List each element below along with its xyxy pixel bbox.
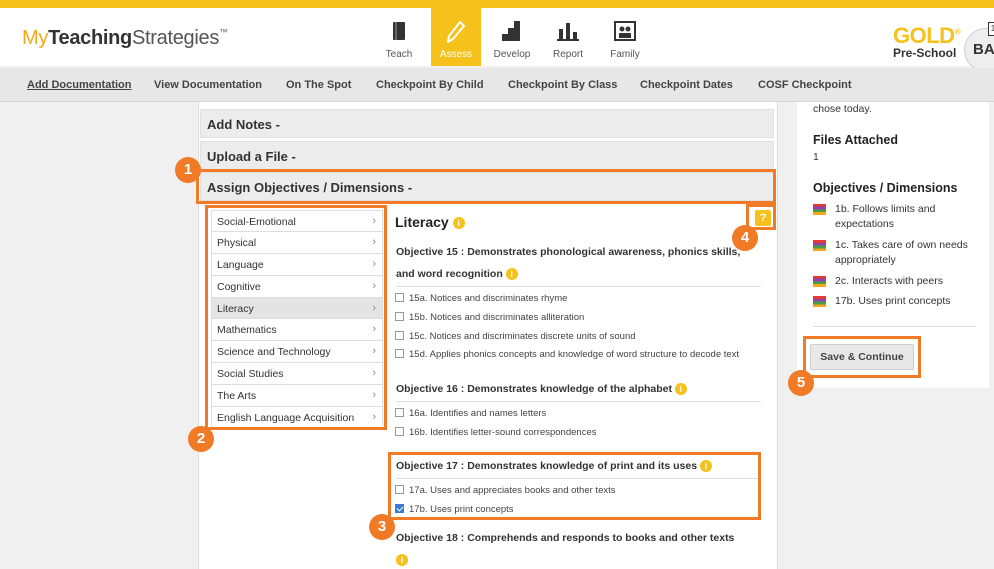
- objective-item-15b[interactable]: 15b. Notices and discriminates alliterat…: [395, 311, 584, 323]
- subnav-checkpoint-dates[interactable]: Checkpoint Dates: [640, 79, 733, 91]
- subnav-view-documentation[interactable]: View Documentation: [154, 79, 262, 91]
- pencil-icon: [447, 21, 465, 43]
- objective-item-15c[interactable]: 15c. Notices and discriminates discrete …: [395, 330, 636, 342]
- brand-stripe: [0, 0, 994, 8]
- nav-tab-teach[interactable]: Teach: [374, 8, 424, 66]
- checkbox[interactable]: [395, 348, 404, 358]
- selected-objective: 17b. Uses print concepts: [813, 294, 973, 309]
- subnav-on-the-spot[interactable]: On The Spot: [286, 79, 351, 91]
- objective-15-title: Objective 15 : Demonstrates phonological…: [396, 246, 741, 281]
- objective-18-title: Objective 18 : Comprehends and responds …: [396, 532, 735, 567]
- highlight-save-button: [803, 336, 921, 378]
- divider: [396, 401, 761, 402]
- domain-color-icon: [813, 276, 826, 287]
- subnav-add-documentation[interactable]: Add Documentation: [27, 79, 132, 91]
- bar-chart-icon: [557, 23, 579, 41]
- top-bar: MyTeachingStrategies™ Teach Assess Devel…: [0, 8, 994, 72]
- selected-objective: 1b. Follows limits and expectations: [813, 202, 973, 232]
- highlight-objective-17: [388, 452, 761, 520]
- info-icon[interactable]: i: [452, 217, 465, 230]
- subnav-checkpoint-by-class[interactable]: Checkpoint By Class: [508, 79, 617, 91]
- files-count: 1: [813, 151, 819, 163]
- note-preview: chose today.: [813, 103, 872, 115]
- checkbox[interactable]: [395, 407, 404, 417]
- checkbox[interactable]: [395, 330, 404, 340]
- checkbox[interactable]: [395, 311, 404, 321]
- info-icon[interactable]: i: [396, 554, 408, 567]
- annotation-badge-4: 4: [732, 225, 758, 251]
- sub-nav: Add Documentation View Documentation On …: [0, 68, 994, 102]
- objectives-heading: Objectives / Dimensions: [813, 181, 958, 195]
- accordion-upload-file[interactable]: Upload a File -: [200, 141, 774, 170]
- logo[interactable]: MyTeachingStrategies™: [22, 27, 228, 50]
- selected-objective: 2c. Interacts with peers: [813, 274, 973, 289]
- accordion-add-notes[interactable]: Add Notes -: [200, 109, 774, 138]
- annotation-badge-2: 2: [188, 426, 214, 452]
- notification-badge[interactable]: 1: [988, 22, 994, 36]
- domain-color-icon: [813, 204, 826, 215]
- checkbox[interactable]: [395, 292, 404, 302]
- objective-item-15a[interactable]: 15a. Notices and discriminates rhyme: [395, 292, 567, 304]
- highlight-domain-list: [205, 205, 387, 430]
- objective-item-16b[interactable]: 16b. Identifies letter-sound corresponde…: [395, 426, 596, 438]
- domain-color-icon: [813, 240, 826, 251]
- domain-color-icon: [813, 296, 826, 307]
- checkbox[interactable]: [395, 426, 404, 436]
- selected-objective: 1c. Takes care of own needs appropriatel…: [813, 238, 973, 268]
- highlight-assign-objectives: [196, 169, 776, 204]
- book-icon: [393, 22, 405, 40]
- subnav-checkpoint-by-child[interactable]: Checkpoint By Child: [376, 79, 484, 91]
- objective-item-15d[interactable]: 15d. Applies phonics concepts and knowle…: [395, 348, 739, 360]
- nav-tab-develop[interactable]: Develop: [487, 8, 537, 66]
- divider: [396, 286, 761, 287]
- objective-item-16a[interactable]: 16a. Identifies and names letters: [395, 407, 546, 419]
- files-heading: Files Attached: [813, 133, 898, 147]
- family-photo-icon: [614, 21, 636, 41]
- nav-tab-family[interactable]: Family: [600, 8, 650, 66]
- subnav-cosf-checkpoint[interactable]: COSF Checkpoint: [758, 79, 852, 91]
- nav-tab-assess[interactable]: Assess: [431, 8, 481, 66]
- objective-16-title: Objective 16 : Demonstrates knowledge of…: [396, 378, 758, 400]
- product-level: Pre-School: [893, 46, 957, 60]
- nav-tab-report[interactable]: Report: [543, 8, 593, 66]
- annotation-badge-1: 1: [175, 157, 201, 183]
- divider: [813, 326, 976, 327]
- annotation-badge-3: 3: [369, 514, 395, 540]
- info-icon[interactable]: i: [505, 268, 518, 281]
- section-title: Literacy i: [395, 214, 465, 230]
- stairs-icon: [502, 21, 520, 41]
- info-icon[interactable]: i: [674, 383, 687, 396]
- annotation-badge-5: 5: [788, 370, 814, 396]
